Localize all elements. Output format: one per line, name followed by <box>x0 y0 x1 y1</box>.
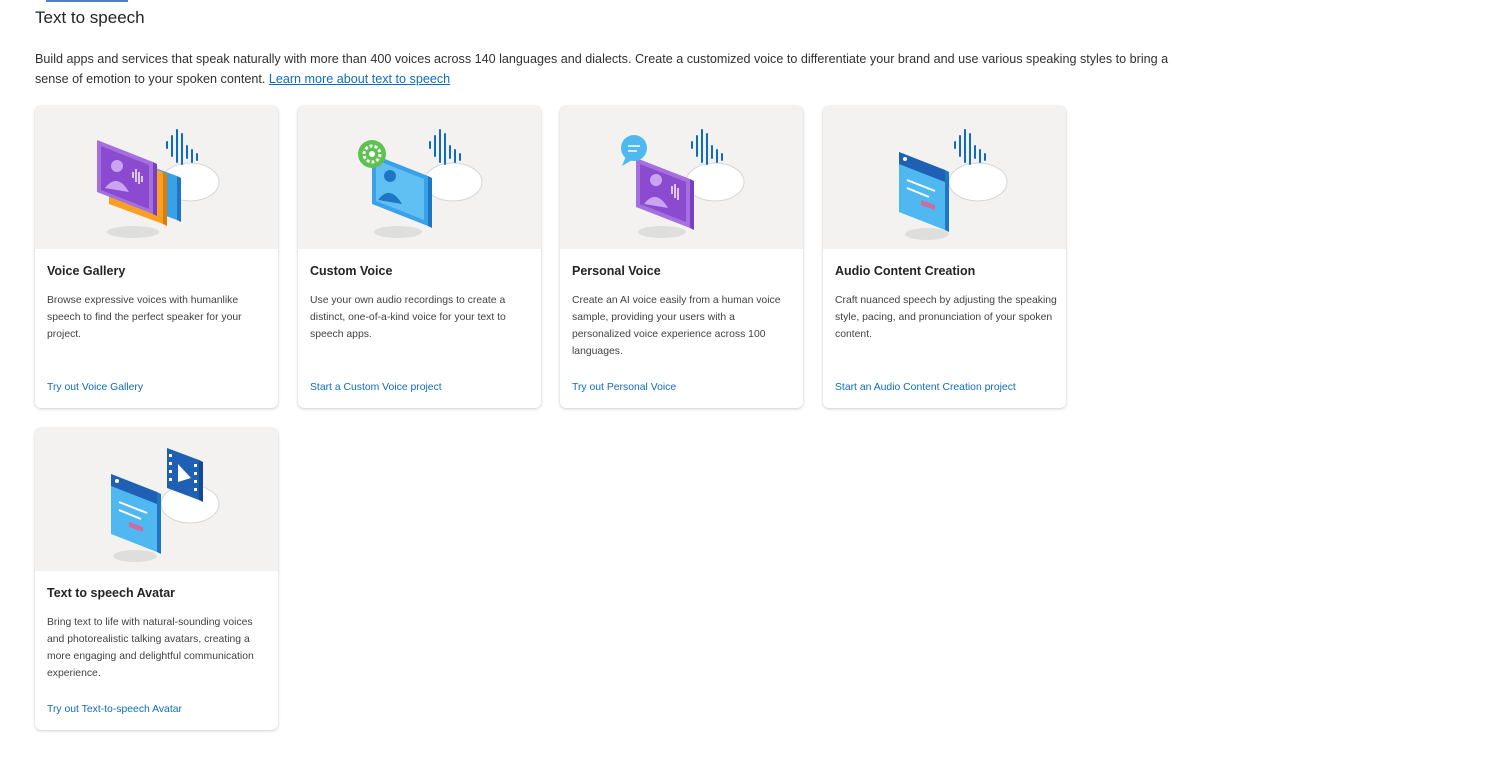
text-to-speech-page: Text to speech Build apps and services t… <box>0 0 1492 761</box>
try-personal-voice-link[interactable]: Try out Personal Voice <box>572 382 676 393</box>
card-title: Voice Gallery <box>47 264 126 278</box>
section-title: Text to speech <box>35 8 145 27</box>
try-text-to-speech-avatar-link[interactable]: Try out Text-to-speech Avatar <box>47 704 182 715</box>
start-audio-content-creation-link[interactable]: Start an Audio Content Creation project <box>835 382 1016 393</box>
card-description: Craft nuanced speech by adjusting the sp… <box>835 295 1057 340</box>
card-audio-content-creation[interactable]: Audio Content Creation Craft nuanced spe… <box>823 106 1066 408</box>
card-title: Audio Content Creation <box>835 264 976 278</box>
card-personal-voice[interactable]: Personal Voice Create an AI voice easily… <box>560 106 803 408</box>
card-custom-voice[interactable]: Custom Voice Use your own audio recordin… <box>298 106 541 408</box>
card-title: Custom Voice <box>310 264 393 278</box>
try-voice-gallery-link[interactable]: Try out Voice Gallery <box>47 382 143 393</box>
card-title: Text to speech Avatar <box>47 586 176 600</box>
custom-voice-image <box>358 129 483 238</box>
avatar-illustration <box>35 428 278 571</box>
custom-voice-illustration <box>298 106 541 249</box>
card-text-to-speech-avatar[interactable]: Text to speech Avatar Bring text to life… <box>35 428 278 730</box>
avatar-image <box>111 448 220 562</box>
card-description: Use your own audio recordings to create … <box>310 295 506 340</box>
card-title: Personal Voice <box>572 264 661 278</box>
card-voice-gallery[interactable]: Voice Gallery Browse expressive voices w… <box>35 106 278 408</box>
voice-gallery-image <box>97 129 220 238</box>
learn-more-link[interactable]: Learn more about text to speech <box>269 72 450 86</box>
voice-gallery-illustration <box>35 106 278 249</box>
start-custom-voice-link[interactable]: Start a Custom Voice project <box>310 382 442 393</box>
audio-content-creation-illustration <box>823 106 1066 249</box>
personal-voice-image <box>621 129 745 238</box>
card-description: Browse expressive voices with humanlike … <box>47 295 242 340</box>
section-description: Build apps and services that speak natur… <box>35 49 1175 89</box>
personal-voice-illustration <box>560 106 803 249</box>
audio-content-creation-image <box>899 129 1008 240</box>
card-description: Bring text to life with natural-sounding… <box>47 617 254 679</box>
description-text: Build apps and services that speak natur… <box>35 52 1169 86</box>
scrolled-link-edge[interactable] <box>46 0 128 2</box>
card-description: Create an AI voice easily from a human v… <box>572 295 781 357</box>
